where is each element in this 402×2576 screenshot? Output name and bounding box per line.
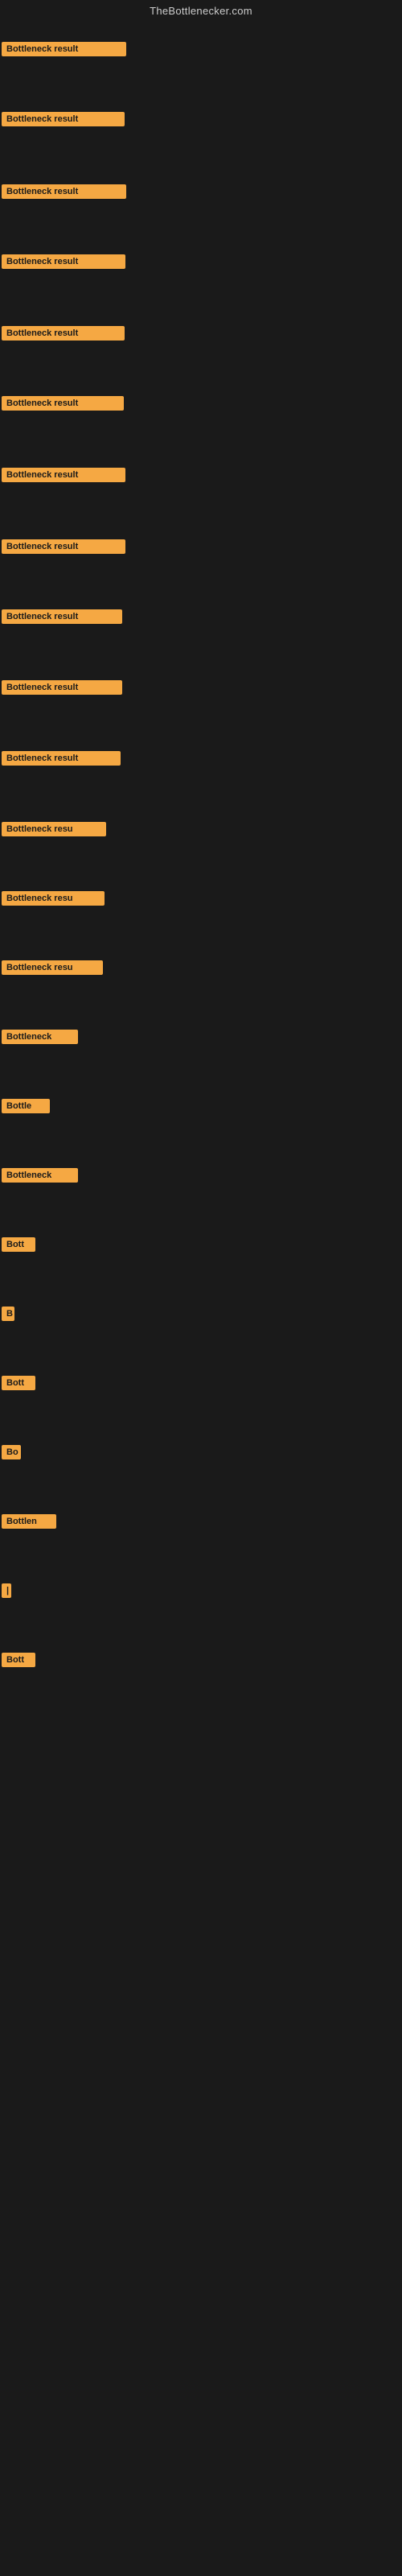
bottleneck-bar-6: Bottleneck result (2, 396, 124, 411)
bottleneck-bar-15: Bottleneck (2, 1030, 78, 1044)
bottleneck-bar-4: Bottleneck result (2, 254, 125, 269)
bottleneck-bar-2: Bottleneck result (2, 112, 125, 126)
bottleneck-bar-22: Bottlen (2, 1514, 56, 1529)
bottleneck-bar-17: Bottleneck (2, 1168, 78, 1183)
bottleneck-bar-13: Bottleneck resu (2, 891, 105, 906)
bottleneck-bar-10: Bottleneck result (2, 680, 122, 695)
bottleneck-bar-9: Bottleneck result (2, 609, 122, 624)
bottleneck-bar-20: Bott (2, 1376, 35, 1390)
site-title: TheBottlenecker.com (0, 0, 402, 20)
bottleneck-bar-24: Bott (2, 1653, 35, 1667)
bottleneck-bar-7: Bottleneck result (2, 468, 125, 482)
bottleneck-bar-5: Bottleneck result (2, 326, 125, 341)
bottleneck-bar-19: B (2, 1307, 14, 1321)
bottleneck-bar-16: Bottle (2, 1099, 50, 1113)
bottleneck-bar-11: Bottleneck result (2, 751, 121, 766)
bottleneck-bar-8: Bottleneck result (2, 539, 125, 554)
bottleneck-bar-3: Bottleneck result (2, 184, 126, 199)
bottleneck-bar-12: Bottleneck resu (2, 822, 106, 836)
bottleneck-bar-14: Bottleneck resu (2, 960, 103, 975)
bottleneck-bar-18: Bott (2, 1237, 35, 1252)
bottleneck-bar-23: | (2, 1583, 11, 1598)
bottleneck-bar-1: Bottleneck result (2, 42, 126, 56)
bottleneck-bar-21: Bo (2, 1445, 21, 1459)
